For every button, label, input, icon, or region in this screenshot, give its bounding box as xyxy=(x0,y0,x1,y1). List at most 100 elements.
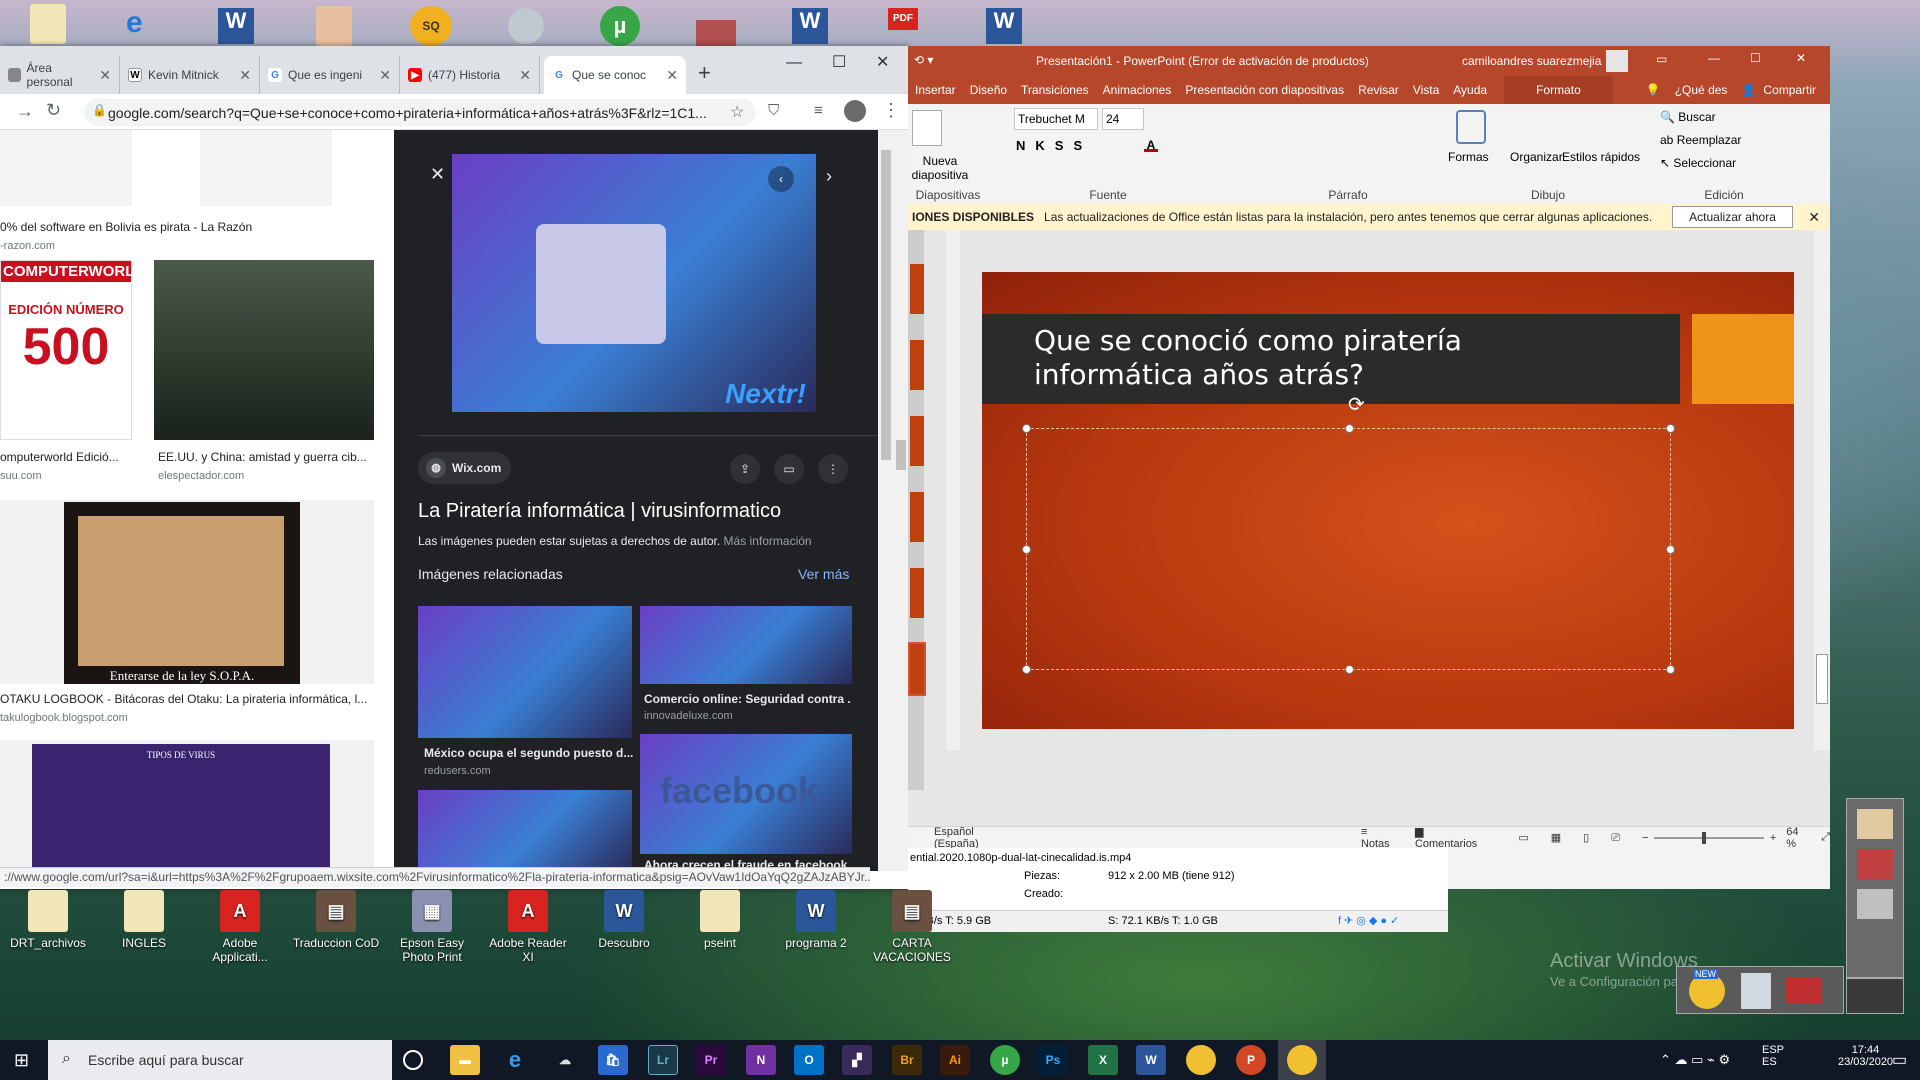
word-taskbar-icon[interactable]: W xyxy=(1136,1045,1166,1075)
maximize-button[interactable]: ☐ xyxy=(832,52,846,72)
tab-youtube-historia[interactable]: ▶ (477) Historia ✕ xyxy=(400,56,540,94)
help-icon[interactable] xyxy=(1741,973,1771,1009)
image-title[interactable]: La Piratería informática | virusinformat… xyxy=(418,500,868,523)
tab-insertar[interactable]: Insertar xyxy=(908,83,963,97)
desktop-icon-traduccion[interactable]: ▤ Traduccion CoD xyxy=(290,890,382,950)
slide-scrollbar[interactable] xyxy=(1814,230,1830,750)
tab-que-se-conoce[interactable]: G Que se conoc ✕ xyxy=(544,56,686,94)
utorrent-icon[interactable]: µ xyxy=(600,6,640,46)
update-now-button[interactable]: Actualizar ahora xyxy=(1672,206,1793,228)
result-caption[interactable]: EE.UU. y China: amistad y guerra cib... xyxy=(158,450,372,464)
result-thumbnail-computerworld[interactable]: COMPUTERWORLD EDICIÓN NÚMERO 500 xyxy=(0,260,145,440)
chrome-active-taskbar[interactable] xyxy=(1278,1040,1326,1080)
more-options-icon[interactable]: ⋮ xyxy=(818,454,848,484)
comments-button[interactable]: ▆ Comentarios xyxy=(1415,825,1488,850)
cortana-icon[interactable] xyxy=(403,1050,423,1070)
paragraph-buttons[interactable] xyxy=(1254,110,1424,170)
menu-dots-icon[interactable]: ⋮ xyxy=(882,100,900,121)
result-card[interactable]: TIPOS DE VIRUS xyxy=(0,740,374,871)
app-icon[interactable]: ▞ xyxy=(842,1045,872,1075)
see-more-link[interactable]: Ver más xyxy=(798,566,849,582)
zoom-out-icon[interactable]: − xyxy=(1642,832,1648,844)
dock-app-icon[interactable] xyxy=(1857,849,1893,879)
shapes-button[interactable]: Formas xyxy=(1448,150,1489,164)
tab-area-personal[interactable]: Área personal ✕ xyxy=(0,56,120,94)
fit-slide-icon[interactable]: ⤢ xyxy=(1821,831,1830,844)
folder-icon[interactable] xyxy=(30,4,66,44)
window-scrollbar[interactable] xyxy=(894,130,908,871)
font-size-box[interactable]: 24 xyxy=(1102,108,1144,130)
notes-button[interactable]: ≡ Notas xyxy=(1361,826,1399,850)
ribbon-display-icon[interactable]: ▭ xyxy=(1656,52,1667,66)
input-language[interactable]: ESP ES xyxy=(1762,1044,1784,1068)
dock-app-icon[interactable] xyxy=(1857,809,1893,839)
zoom-slider[interactable] xyxy=(1654,831,1764,844)
zoom-in-icon[interactable]: + xyxy=(1770,832,1776,844)
result-thumbnail-table[interactable] xyxy=(0,130,132,206)
tab-que-es-ingenieria[interactable]: G Que es ingeni ✕ xyxy=(260,56,400,94)
resize-handle[interactable] xyxy=(1666,545,1675,554)
shapes-icon[interactable] xyxy=(1456,110,1486,144)
page-scrollbar[interactable] xyxy=(878,130,894,871)
desktop-icon-programa-2[interactable]: Wprograma 2 xyxy=(770,890,862,950)
social-icons[interactable]: f✈◎◆●✓ xyxy=(1338,914,1402,927)
close-tab-icon[interactable]: ✕ xyxy=(666,67,678,84)
resize-handle[interactable] xyxy=(1666,665,1675,674)
thumbnail-pane[interactable] xyxy=(908,230,926,790)
utorrent-taskbar-icon[interactable]: µ xyxy=(990,1045,1020,1075)
keyboard-icon[interactable] xyxy=(1846,978,1904,1014)
quick-access-icon[interactable]: ⟲ ▾ xyxy=(914,53,933,67)
prev-image-icon[interactable]: ‹ xyxy=(768,166,794,192)
resize-handle[interactable] xyxy=(1022,424,1031,433)
excel-icon[interactable]: X xyxy=(1088,1045,1118,1075)
bridge-icon[interactable]: Br xyxy=(892,1045,922,1075)
share-icon[interactable]: ⇪ xyxy=(730,454,760,484)
slide-title[interactable]: Que se conoció como piratería informátic… xyxy=(982,314,1680,404)
next-image-icon[interactable]: › xyxy=(826,166,832,187)
result-thumbnail-control-room[interactable] xyxy=(154,260,374,440)
desktop-icon-carta-vacaciones[interactable]: ▤ CARTA VACACIONES xyxy=(866,890,958,964)
close-tab-icon[interactable]: ✕ xyxy=(519,67,531,84)
file-explorer-icon[interactable]: ▬ xyxy=(450,1045,480,1075)
new-slide-button[interactable]: Nueva diapositiva xyxy=(908,154,972,182)
tab-transiciones[interactable]: Transiciones xyxy=(1014,83,1096,97)
view-buttons[interactable]: ▭▦▯⎚ xyxy=(1518,831,1642,845)
result-caption[interactable]: 0% del software en Bolivia es pirata - L… xyxy=(0,220,370,234)
language-status[interactable]: Español (España) xyxy=(934,826,1021,850)
desktop-icon-adobe[interactable]: A Adobe Applicati... xyxy=(194,890,286,964)
store-icon[interactable]: 🛍 xyxy=(598,1045,628,1075)
lightbulb-icon[interactable]: 💡 xyxy=(1639,83,1668,97)
desktop-icon-descubro[interactable]: W Descubro xyxy=(578,890,670,950)
font-name-box[interactable]: Trebuchet M xyxy=(1014,108,1098,130)
resize-handle[interactable] xyxy=(1022,545,1031,554)
result-caption[interactable]: omputerworld Edició... xyxy=(0,450,140,464)
bookmark-star-icon[interactable]: ☆ xyxy=(730,102,744,122)
close-viewer-button[interactable]: ✕ xyxy=(430,164,445,185)
preview-image[interactable]: Nextr! xyxy=(452,154,816,412)
minimize-button[interactable]: — xyxy=(786,54,802,72)
resize-handle[interactable] xyxy=(1345,665,1354,674)
tab-diseno[interactable]: Diseño xyxy=(963,83,1014,97)
tab-presentacion[interactable]: Presentación con diapositivas xyxy=(1178,83,1351,97)
tab-revisar[interactable]: Revisar xyxy=(1351,83,1406,97)
notification-center-icon[interactable]: ▭ xyxy=(1892,1050,1907,1070)
chrome-taskbar-icon[interactable] xyxy=(1186,1045,1216,1075)
onenote-icon[interactable]: N xyxy=(746,1045,776,1075)
select-button[interactable]: ↖ Seleccionar xyxy=(1660,156,1736,170)
photo-icon[interactable] xyxy=(316,6,352,46)
illustrator-icon[interactable]: Ai xyxy=(940,1045,970,1075)
desktop-icon-adobe-reader[interactable]: A Adobe Reader XI xyxy=(482,890,574,964)
tab-vista[interactable]: Vista xyxy=(1406,83,1446,97)
start-button[interactable]: ⊞ xyxy=(14,1050,29,1071)
related-image[interactable] xyxy=(418,790,632,871)
tab-ayuda[interactable]: Ayuda xyxy=(1446,83,1494,97)
more-info-link[interactable]: Más información xyxy=(724,534,812,548)
photoshop-icon[interactable]: Ps xyxy=(1038,1045,1068,1075)
forward-icon[interactable]: → xyxy=(16,101,34,122)
word-doc-icon[interactable]: W xyxy=(218,8,254,44)
word-doc-icon[interactable]: W xyxy=(792,8,828,44)
lightroom-icon[interactable]: Lr xyxy=(648,1045,678,1075)
close-window-button[interactable]: ✕ xyxy=(876,52,889,72)
minimize-button[interactable]: — xyxy=(1708,51,1720,65)
taskbar-search-box[interactable]: ⌕ Escribe aquí para buscar xyxy=(48,1040,392,1080)
